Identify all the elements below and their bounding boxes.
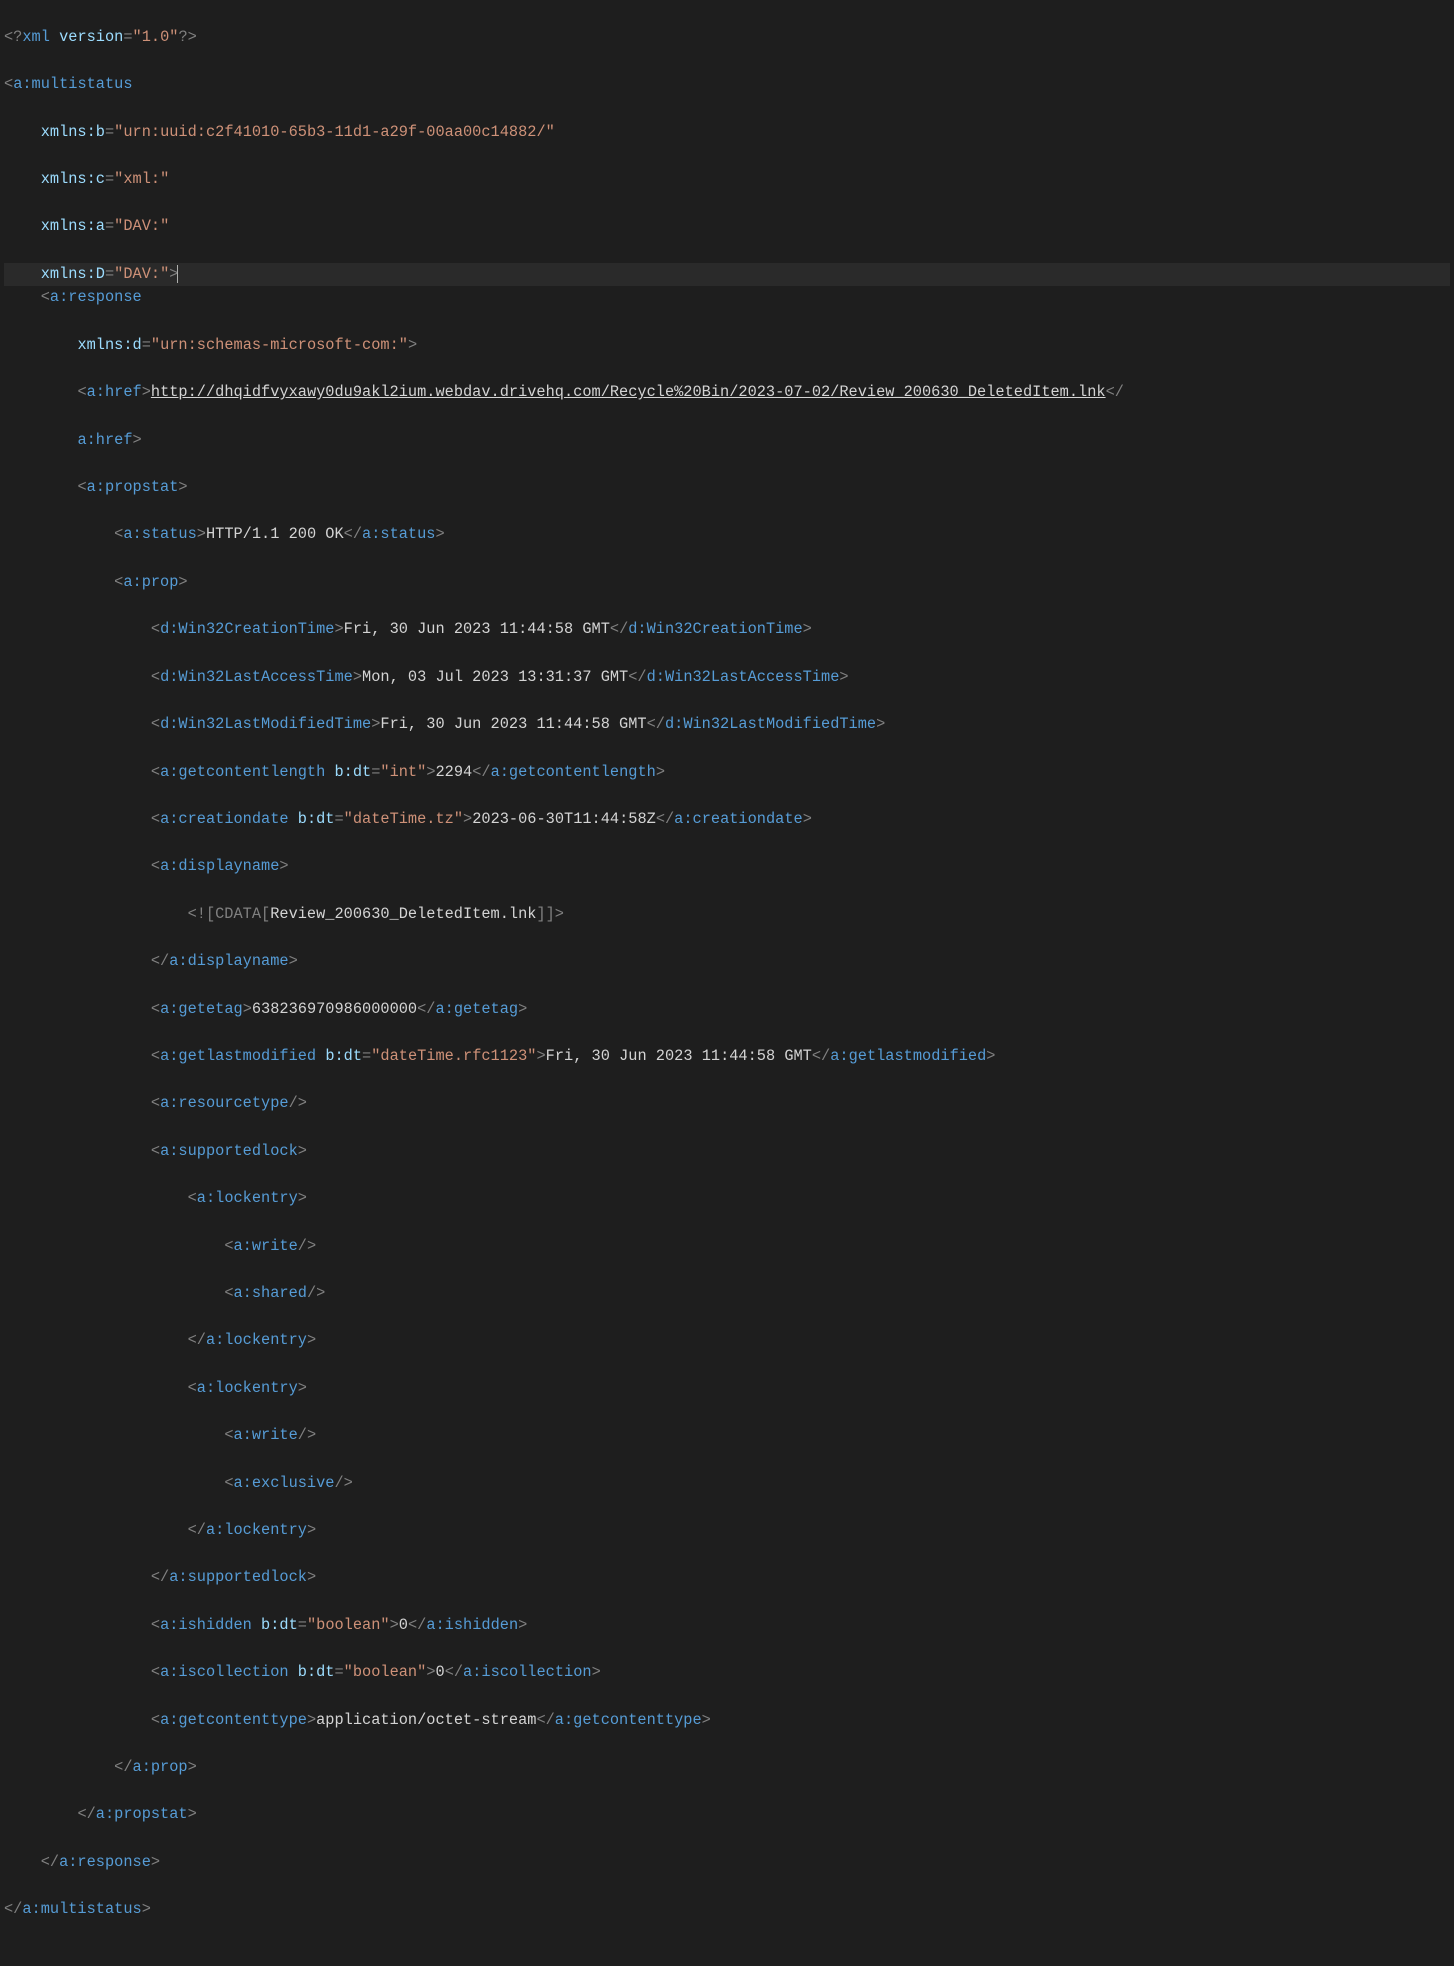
code-line: </a:lockentry> — [4, 1519, 1450, 1543]
code-line: <a:response — [4, 286, 1450, 310]
code-line: </a:multistatus> — [4, 1898, 1450, 1922]
code-line: </a:supportedlock> — [4, 1566, 1450, 1590]
code-line: <a:write/> — [4, 1424, 1450, 1448]
code-line: <a:propstat> — [4, 476, 1450, 500]
code-line: <a:displayname> — [4, 855, 1450, 879]
href-link[interactable]: http://dhqidfvyxawy0du9akl2ium.webdav.dr… — [151, 383, 1106, 401]
code-line: <d:Win32LastAccessTime>Mon, 03 Jul 2023 … — [4, 666, 1450, 690]
code-line: <a:getcontenttype>application/octet-stre… — [4, 1709, 1450, 1733]
code-line: </a:propstat> — [4, 1803, 1450, 1827]
code-line: </a:displayname> — [4, 950, 1450, 974]
code-line: xmlns:b="urn:uuid:c2f41010-65b3-11d1-a29… — [4, 121, 1450, 145]
code-line: <a:supportedlock> — [4, 1140, 1450, 1164]
code-line: <a:lockentry> — [4, 1377, 1450, 1401]
code-line: <a:prop> — [4, 571, 1450, 595]
code-line: <a:multistatus — [4, 73, 1450, 97]
code-line: xmlns:d="urn:schemas-microsoft-com:"> — [4, 334, 1450, 358]
code-line: <a:ishidden b:dt="boolean">0</a:ishidden… — [4, 1614, 1450, 1638]
code-line: <a:href>http://dhqidfvyxawy0du9akl2ium.w… — [4, 381, 1450, 405]
code-line: </a:lockentry> — [4, 1329, 1450, 1353]
code-line: <a:getcontentlength b:dt="int">2294</a:g… — [4, 761, 1450, 785]
code-line: <a:iscollection b:dt="boolean">0</a:isco… — [4, 1661, 1450, 1685]
code-line: <?xml version="1.0"?> — [4, 26, 1450, 50]
code-line: <a:exclusive/> — [4, 1472, 1450, 1496]
code-line: <d:Win32LastModifiedTime>Fri, 30 Jun 202… — [4, 713, 1450, 737]
code-line: <a:lockentry> — [4, 1187, 1450, 1211]
code-line: a:href> — [4, 429, 1450, 453]
code-line: </a:response> — [4, 1851, 1450, 1875]
code-line: <![CDATA[Review_200630_DeletedItem.lnk]]… — [4, 903, 1450, 927]
code-line-current: xmlns:D="DAV:"> — [4, 263, 1450, 287]
code-line: <d:Win32CreationTime>Fri, 30 Jun 2023 11… — [4, 618, 1450, 642]
code-line: </a:prop> — [4, 1756, 1450, 1780]
code-line: <a:getlastmodified b:dt="dateTime.rfc112… — [4, 1045, 1450, 1069]
code-editor[interactable]: <?xml version="1.0"?> <a:multistatus xml… — [0, 0, 1454, 1966]
code-line: <a:shared/> — [4, 1282, 1450, 1306]
code-line: xmlns:a="DAV:" — [4, 215, 1450, 239]
code-line: <a:creationdate b:dt="dateTime.tz">2023-… — [4, 808, 1450, 832]
code-line: <a:getetag>638236970986000000</a:getetag… — [4, 998, 1450, 1022]
code-line: <a:status>HTTP/1.1 200 OK</a:status> — [4, 523, 1450, 547]
code-line: xmlns:c="xml:" — [4, 168, 1450, 192]
code-line: <a:write/> — [4, 1235, 1450, 1259]
code-line: <a:resourcetype/> — [4, 1092, 1450, 1116]
